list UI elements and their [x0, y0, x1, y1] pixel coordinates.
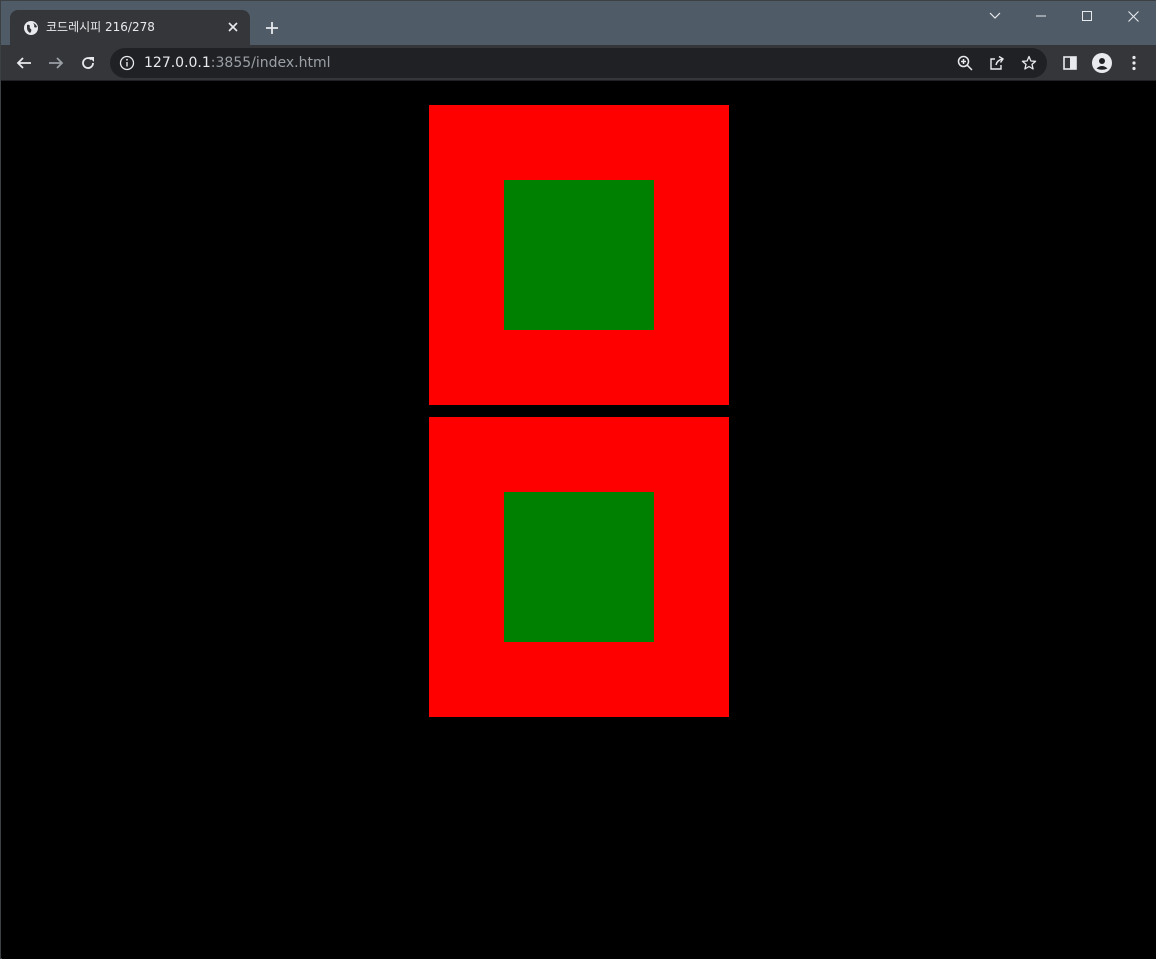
- red-square-1: [429, 105, 729, 405]
- tab-title: 코드레시피 216/278: [46, 20, 155, 34]
- browser-window: 코드레시피 216/278 127.0.0.1:3855/index.html: [0, 0, 1156, 959]
- tab-strip: 코드레시피 216/278: [1, 1, 1156, 45]
- minimize-button[interactable]: [1018, 1, 1064, 31]
- browser-toolbar: 127.0.0.1:3855/index.html: [1, 45, 1156, 81]
- url-text[interactable]: 127.0.0.1:3855/index.html: [144, 55, 331, 71]
- address-bar[interactable]: 127.0.0.1:3855/index.html: [110, 48, 1047, 78]
- info-icon[interactable]: [119, 55, 135, 71]
- share-icon[interactable]: [987, 53, 1007, 73]
- globe-icon: [23, 20, 39, 36]
- back-button[interactable]: [10, 49, 38, 77]
- green-square-1: [504, 180, 654, 330]
- reload-button[interactable]: [74, 49, 102, 77]
- url-path: :3855/index.html: [210, 55, 331, 71]
- red-square-2: [429, 417, 729, 717]
- tab-active[interactable]: 코드레시피 216/278: [10, 10, 250, 45]
- profile-button[interactable]: [1088, 49, 1116, 77]
- arrow-right-icon: [49, 57, 64, 69]
- window-close-button[interactable]: [1110, 1, 1156, 31]
- reload-icon: [82, 57, 94, 69]
- minimize-icon: [1036, 15, 1046, 17]
- maximize-icon: [1082, 11, 1092, 21]
- close-icon: [1127, 10, 1139, 22]
- maximize-button[interactable]: [1064, 1, 1110, 31]
- plus-icon: [266, 22, 278, 34]
- close-icon[interactable]: [224, 18, 242, 36]
- star-icon[interactable]: [1019, 53, 1039, 73]
- new-tab-button[interactable]: [260, 16, 284, 40]
- forward-button[interactable]: [42, 49, 70, 77]
- zoom-icon[interactable]: [955, 53, 975, 73]
- side-panel-button[interactable]: [1056, 49, 1084, 77]
- chevron-down-icon: [989, 12, 1001, 19]
- menu-icon: [1132, 55, 1136, 71]
- page-content: [2, 81, 1156, 959]
- url-host: 127.0.0.1: [144, 55, 211, 71]
- tab-search-button[interactable]: [972, 1, 1018, 31]
- arrow-left-icon: [16, 57, 31, 69]
- green-square-2: [504, 492, 654, 642]
- side-panel-icon: [1063, 56, 1077, 70]
- profile-icon: [1092, 53, 1112, 73]
- menu-button[interactable]: [1120, 49, 1148, 77]
